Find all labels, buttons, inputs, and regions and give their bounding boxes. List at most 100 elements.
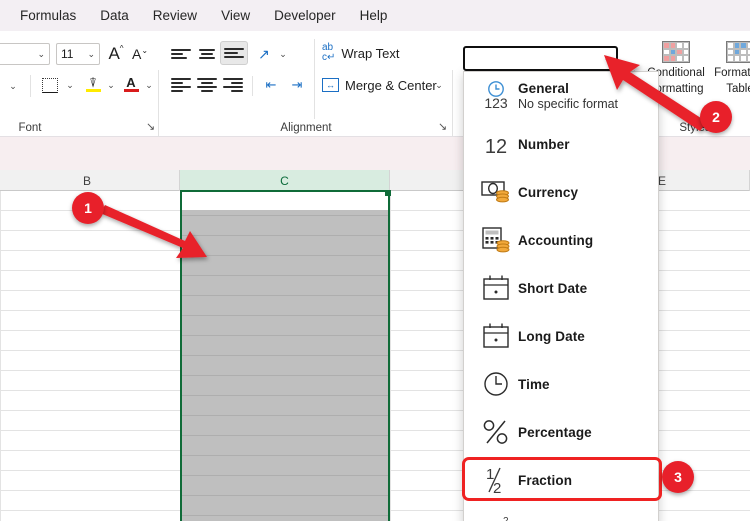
alignment-group-label: Alignment xyxy=(280,122,332,134)
shrink-font-icon: A xyxy=(131,46,142,62)
dropdown-item-title: Currency xyxy=(518,184,579,200)
align-top-button[interactable] xyxy=(168,42,194,66)
svg-text:123: 123 xyxy=(484,95,508,111)
grow-font-icon: A xyxy=(108,44,120,63)
tab-data[interactable]: Data xyxy=(88,4,141,28)
badge-number: 2 xyxy=(712,109,720,125)
badge-number: 3 xyxy=(674,469,682,485)
align-right-icon xyxy=(223,77,243,93)
grow-font-button[interactable]: A ^ xyxy=(104,42,128,66)
tab-view[interactable]: View xyxy=(209,4,262,28)
dropdown-item-title: Long Date xyxy=(518,328,585,344)
calendar-long-date-icon xyxy=(474,316,518,356)
chevron-down-icon: ⌄ xyxy=(107,79,115,90)
chevron-down-icon[interactable]: ⌄ xyxy=(603,53,611,64)
align-center-button[interactable] xyxy=(194,73,220,97)
dropdown-item-subtitle: No specific format xyxy=(518,97,619,111)
orientation-button[interactable]: ↗ xyxy=(252,42,276,66)
fraction-one-half-icon: 1 2 xyxy=(474,460,518,500)
align-bottom-icon xyxy=(224,45,244,61)
font-size-combo[interactable]: 11 ⌄ xyxy=(56,43,100,65)
dropdown-item-long-date[interactable]: Long Date xyxy=(464,312,658,360)
annotation-badge-1: 1 xyxy=(72,192,104,224)
column-header-b[interactable]: B xyxy=(0,170,180,191)
ribbon-group-font: ⌄ 11 ⌄ A ^ A ⌄ ⌄ ⌄ ⍒ ⌄ A ⌄ Font ↘ xyxy=(0,31,160,137)
dropdown-item-general[interactable]: 123 General No specific format xyxy=(464,72,658,120)
borders-dropdown[interactable]: ⌄ xyxy=(62,73,78,97)
alignment-dialog-launcher[interactable]: ↘ xyxy=(438,121,450,133)
merge-center-label: Merge & Center xyxy=(345,77,437,93)
align-center-icon xyxy=(197,77,217,93)
dropdown-item-title: Number xyxy=(518,136,570,152)
align-middle-icon xyxy=(197,46,217,62)
decrease-indent-icon: ⇤ xyxy=(265,77,277,92)
font-color-icon: A xyxy=(126,74,136,90)
divider xyxy=(252,76,253,96)
selected-cells-fill xyxy=(182,210,388,521)
font-color-dropdown[interactable]: ⌄ xyxy=(142,73,156,97)
dropdown-item-title: Time xyxy=(518,376,550,392)
borders-button[interactable] xyxy=(38,73,62,97)
dropdown-item-scientific[interactable]: 1.0 2 Scientific xyxy=(464,504,658,521)
dropdown-item-time[interactable]: Time xyxy=(464,360,658,408)
font-dialog-launcher[interactable]: ↘ xyxy=(146,121,158,133)
format-as-table-label-2: Table xyxy=(726,83,750,95)
number-12-icon: 12 xyxy=(474,124,518,164)
increase-indent-button[interactable]: ⇥ xyxy=(284,73,310,97)
selection-fill-handle[interactable] xyxy=(385,190,391,196)
dropdown-item-fraction[interactable]: 1 2 Fraction xyxy=(464,456,658,504)
tab-formulas[interactable]: Formulas xyxy=(8,4,88,28)
align-middle-button[interactable] xyxy=(194,42,220,66)
font-size-value: 11 xyxy=(61,47,74,61)
svg-text:2: 2 xyxy=(493,480,501,496)
orientation-dropdown[interactable]: ⌄ xyxy=(276,42,290,66)
chevron-down-icon: ⌄ xyxy=(9,80,17,91)
clock-icon xyxy=(474,364,518,404)
chevron-down-icon: ⌄ xyxy=(37,48,45,59)
align-left-button[interactable] xyxy=(168,73,194,97)
tab-help[interactable]: Help xyxy=(348,4,400,28)
chevron-down-icon: ⌄ xyxy=(66,79,74,90)
fill-color-dropdown[interactable]: ⌄ xyxy=(104,73,118,97)
font-color-button[interactable]: A xyxy=(120,72,142,96)
align-right-button[interactable] xyxy=(220,73,246,97)
fill-color-button[interactable]: ⍒ xyxy=(82,72,104,96)
chevron-down-icon: ⌄ xyxy=(279,48,287,59)
dropdown-item-short-date[interactable]: Short Date xyxy=(464,264,658,312)
align-bottom-button[interactable] xyxy=(220,41,248,65)
svg-text:12: 12 xyxy=(485,136,507,158)
dropdown-item-currency[interactable]: Currency xyxy=(464,168,658,216)
wrap-text-label: Wrap Text xyxy=(341,45,400,61)
dropdown-item-title: Fraction xyxy=(518,472,573,488)
shrink-font-button[interactable]: A ⌄ xyxy=(128,42,152,66)
divider xyxy=(314,39,315,119)
font-color-swatch xyxy=(123,88,139,93)
excel-screenshot: Formulas Data Review View Developer Help… xyxy=(0,0,750,521)
chevron-down-icon: ⌄ xyxy=(87,48,95,59)
currency-banknote-coins-icon xyxy=(474,172,518,212)
bold-italic-underline-overflow[interactable]: ⌄ xyxy=(4,74,22,98)
wrap-text-button[interactable]: ab c↵ Wrap Text xyxy=(322,41,399,65)
svg-text:2: 2 xyxy=(503,516,509,521)
decrease-indent-button[interactable]: ⇤ xyxy=(258,73,284,97)
align-top-icon xyxy=(171,46,191,62)
percent-icon xyxy=(474,412,518,452)
tab-developer[interactable]: Developer xyxy=(262,4,348,28)
chevron-down-icon: ⌄ xyxy=(145,79,153,90)
number-format-combo[interactable]: ⌄ xyxy=(463,46,618,71)
general-123-icon: 123 xyxy=(474,76,518,116)
dropdown-item-accounting[interactable]: Accounting xyxy=(464,216,658,264)
format-as-table-icon xyxy=(726,41,750,63)
scientific-exponent-icon: 1.0 2 xyxy=(474,508,518,521)
format-as-table-button[interactable]: Format as Table xyxy=(710,41,750,95)
text-orientation-icon: ↗ xyxy=(258,45,270,62)
dropdown-item-percentage[interactable]: Percentage xyxy=(464,408,658,456)
column-header-c[interactable]: C xyxy=(180,170,390,191)
chevron-down-icon: ⌄ xyxy=(435,79,443,90)
tab-review[interactable]: Review xyxy=(141,4,209,28)
font-name-combo[interactable]: ⌄ xyxy=(0,43,50,65)
merge-center-button[interactable]: ↔ Merge & Center xyxy=(322,73,437,97)
dropdown-item-number[interactable]: 12 Number xyxy=(464,120,658,168)
number-format-dropdown[interactable]: 123 General No specific format 12 Number xyxy=(463,71,659,521)
merge-center-dropdown[interactable]: ⌄ xyxy=(432,73,446,97)
